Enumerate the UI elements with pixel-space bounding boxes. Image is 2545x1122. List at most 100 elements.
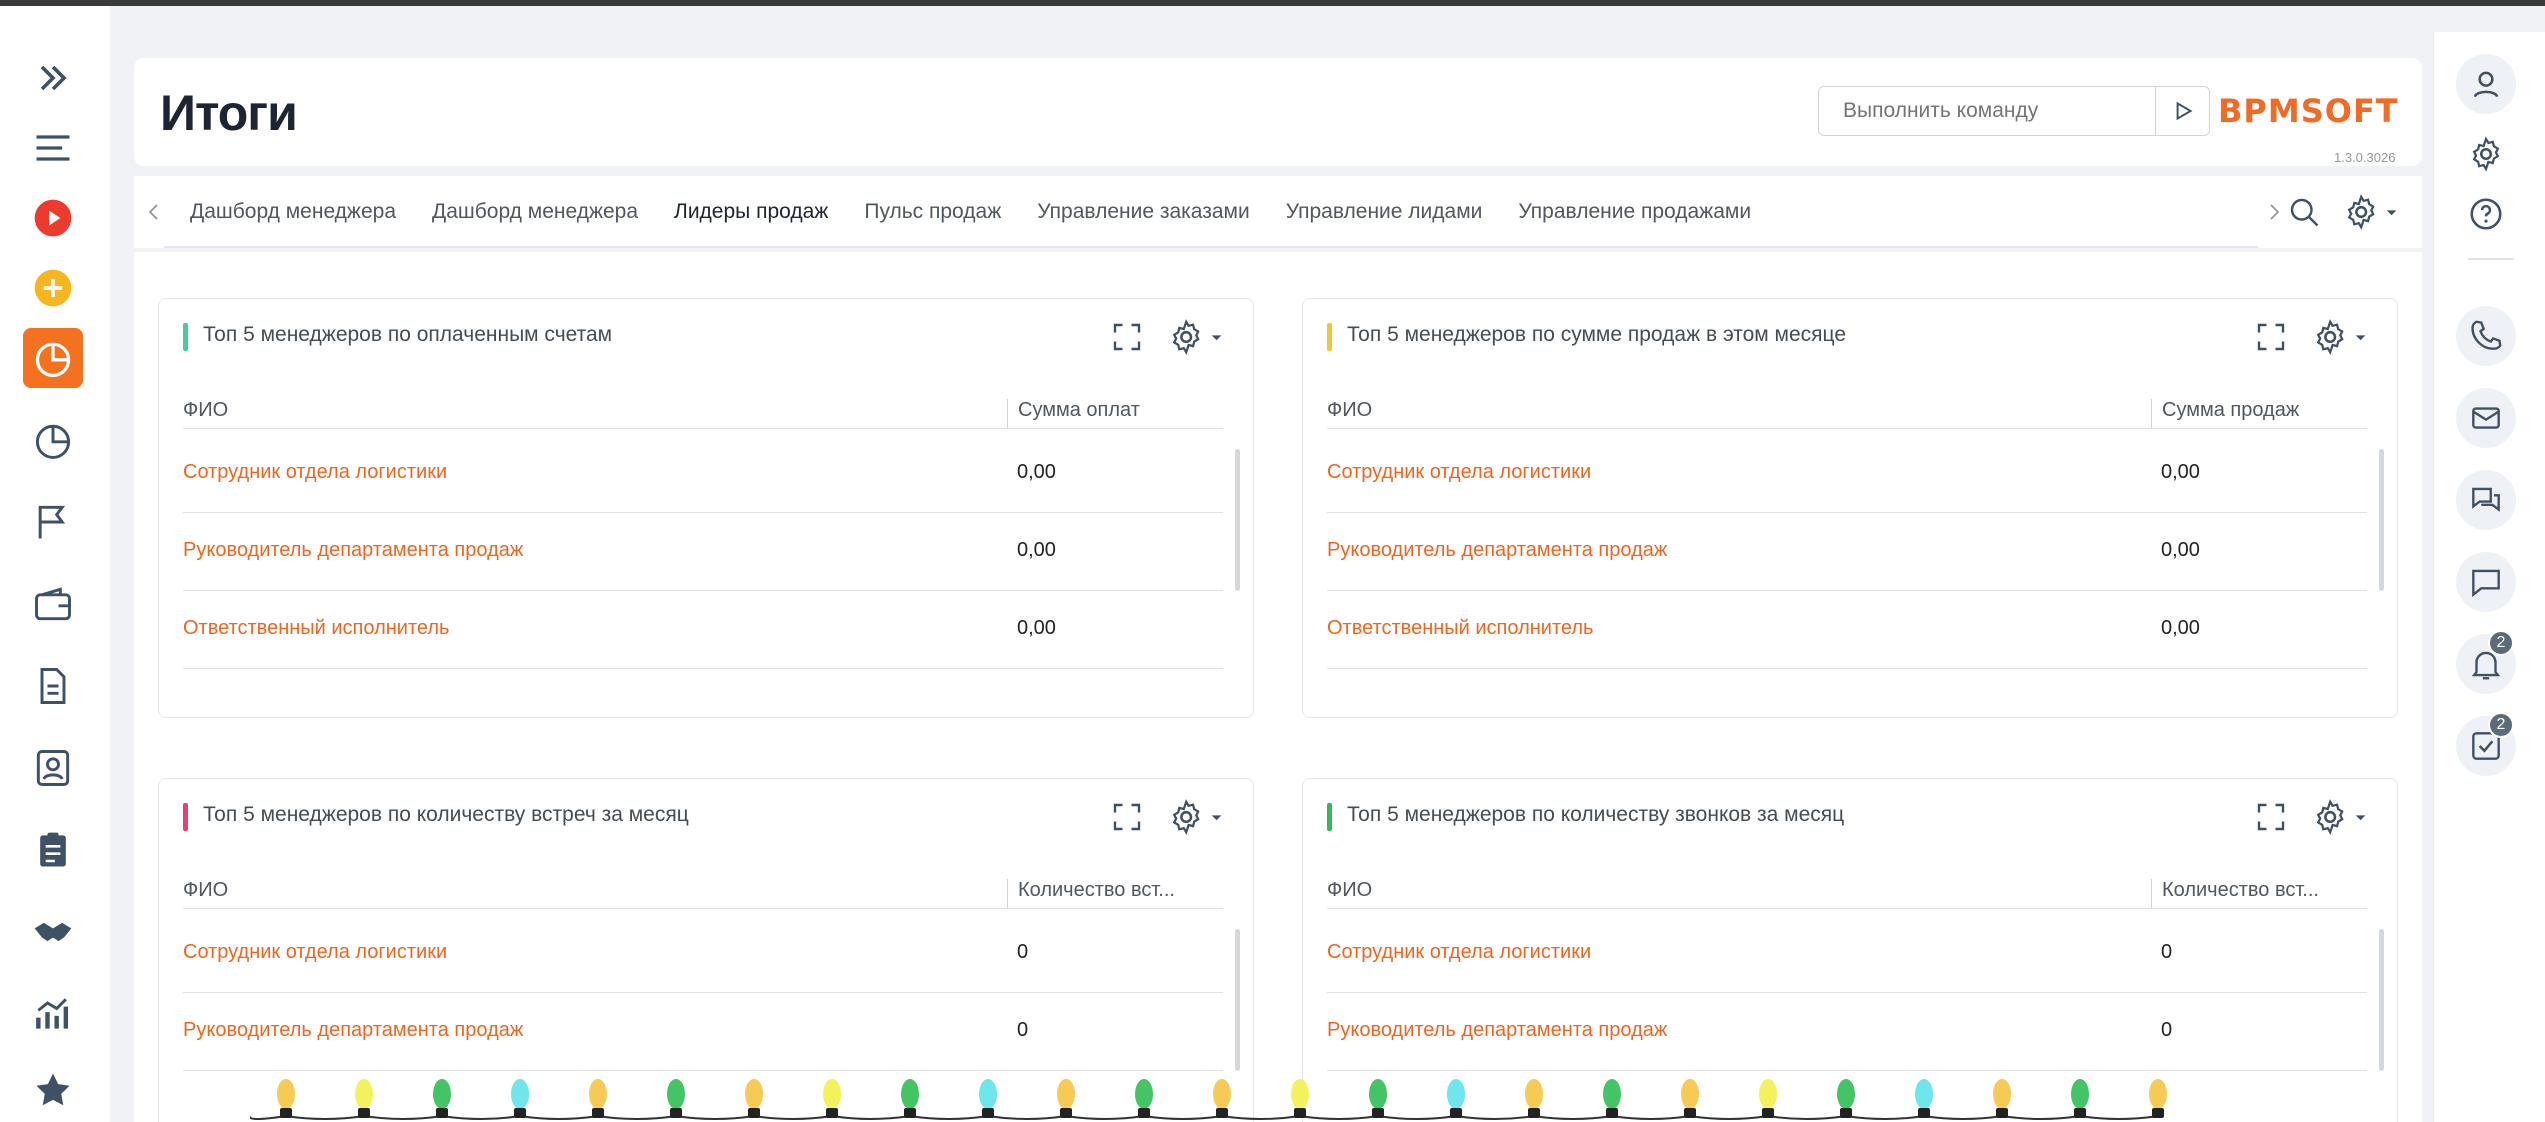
tab-manager-dashboard-2[interactable]: Дашборд менеджера [432,200,638,224]
table-row[interactable]: Руководитель департамента продаж 0,00 [183,513,1223,591]
widget-scrollbar[interactable] [2379,449,2384,591]
tab-sales-pulse[interactable]: Пульс продаж [864,200,1001,224]
gear-dropdown-icon [2316,319,2366,355]
widget-fullscreen-button[interactable] [1109,799,1145,840]
tabs-scroll-right-button[interactable] [2264,200,2284,229]
widget-fullscreen-button[interactable] [2253,799,2289,840]
nav-add-button[interactable] [23,258,83,318]
widget-title: Топ 5 менеджеров по оплаченным счетам [203,323,613,346]
calls-button[interactable] [2456,306,2516,366]
widget-scrollbar[interactable] [2379,929,2384,1071]
garland-bulb-socket [826,1108,838,1118]
feed-button[interactable] [2456,552,2516,612]
employee-link[interactable]: Сотрудник отдела логистики [183,461,447,484]
document-icon [40,668,66,704]
column-header-name[interactable]: ФИО [1327,879,1372,902]
table-row[interactable]: Руководитель департамента продаж 0,00 [1327,513,2367,591]
widget-scrollbar[interactable] [1235,449,1240,591]
widget-fullscreen-button[interactable] [1109,319,1145,360]
tab-manager-dashboard-1[interactable]: Дашборд менеджера [190,200,396,224]
widget-settings-button[interactable] [2311,317,2375,362]
garland-bulb [979,1079,997,1109]
nav-contacts-button[interactable] [23,738,83,798]
column-header-name[interactable]: ФИО [1327,399,1372,422]
table-row[interactable]: Руководитель департамента продаж 0 [183,993,1223,1071]
widget-title: Топ 5 менеджеров по сумме продаж в этом … [1347,323,1847,346]
star-icon [36,1073,70,1106]
employee-link[interactable]: Руководитель департамента продаж [1327,1019,1667,1042]
garland-bulb-socket [904,1108,916,1118]
table-header: ФИО Сумма продаж [1327,399,2367,429]
gear-icon [2472,136,2500,172]
table-row[interactable]: Сотрудник отдела логистики 0 [1327,915,2367,993]
chevron-left-icon [148,204,158,220]
command-input[interactable] [1819,87,2155,135]
nav-dashboards-button[interactable] [23,328,83,388]
employee-link[interactable]: Ответственный исполнитель [183,617,449,640]
tabs-scroll-left-button[interactable] [144,200,164,229]
tasks-button[interactable]: 2 [2456,712,2516,776]
table-row[interactable]: Сотрудник отдела логистики 0,00 [183,435,1223,513]
nav-expand-button[interactable] [23,48,83,108]
employee-link[interactable]: Сотрудник отдела логистики [183,941,447,964]
expand-icon [40,65,67,91]
nav-menu-button[interactable] [23,118,83,178]
handshake-icon [34,922,72,942]
column-header-name[interactable]: ФИО [183,879,228,902]
garland-bulb-socket [1060,1108,1072,1118]
garland-bulb-socket [1606,1108,1618,1118]
widget-settings-button[interactable] [1167,797,1231,842]
nav-reports-button[interactable] [23,984,83,1044]
column-header-value[interactable]: Количество вст... [1007,879,1223,909]
employee-link[interactable]: Сотрудник отдела логистики [1327,941,1591,964]
column-header-value[interactable]: Сумма оплат [1007,399,1223,429]
table-row[interactable]: Сотрудник отдела логистики 0,00 [1327,435,2367,513]
nav-play-button[interactable] [23,188,83,248]
table-row[interactable]: Ответственный исполнитель 0,00 [183,591,1223,669]
garland-bulb-socket [1996,1108,2008,1118]
contact-icon [36,750,70,786]
table-row[interactable]: Сотрудник отдела логистики 0 [183,915,1223,993]
settings-button[interactable] [2456,124,2516,184]
right-communication-panel: 2 2 [2433,32,2545,1122]
tab-lead-management[interactable]: Управление лидами [1286,200,1483,224]
nav-deals-button[interactable] [23,902,83,962]
table-row[interactable]: Ответственный исполнитель 0,00 [1327,591,2367,669]
employee-link[interactable]: Руководитель департамента продаж [1327,539,1667,562]
profile-button[interactable] [2456,54,2516,114]
left-navigation [0,6,110,1122]
widget-fullscreen-button[interactable] [2253,319,2289,360]
run-command-button[interactable] [2155,87,2209,135]
employee-link[interactable]: Руководитель департамента продаж [183,1019,523,1042]
email-button[interactable] [2456,388,2516,448]
column-header-name[interactable]: ФИО [183,399,228,422]
chats-button[interactable] [2456,470,2516,530]
nav-campaigns-button[interactable] [23,492,83,552]
tab-order-management[interactable]: Управление заказами [1037,200,1249,224]
column-header-value[interactable]: Сумма продаж [2151,399,2367,429]
gear-dropdown-icon [1172,319,1222,355]
notifications-count-badge: 2 [2488,630,2514,656]
tab-sales-leaders[interactable]: Лидеры продаж [674,200,828,224]
nav-finance-button[interactable] [23,574,83,634]
widget-settings-button[interactable] [1167,317,1231,362]
garland-bulb [1057,1079,1075,1109]
table-row[interactable]: Руководитель департамента продаж 0 [1327,993,2367,1071]
tab-sales-management[interactable]: Управление продажами [1518,200,1751,224]
nav-documents-button[interactable] [23,656,83,716]
nav-tasks-button[interactable] [23,820,83,880]
garland-bulb-socket [2152,1108,2164,1118]
dashboard-search-button[interactable] [2286,194,2322,235]
help-button[interactable] [2456,184,2516,244]
widget-scrollbar[interactable] [1235,929,1240,1071]
nav-favorites-button[interactable] [23,1060,83,1120]
dashboard-settings-button[interactable] [2342,192,2406,237]
employee-link[interactable]: Сотрудник отдела логистики [1327,461,1591,484]
employee-link[interactable]: Руководитель департамента продаж [183,539,523,562]
employee-link[interactable]: Ответственный исполнитель [1327,617,1593,640]
column-header-value[interactable]: Количество вст... [2151,879,2367,909]
widget-settings-button[interactable] [2311,797,2375,842]
garland-bulb-socket [748,1108,760,1118]
notifications-button[interactable]: 2 [2456,630,2516,694]
nav-analytics-button[interactable] [23,410,83,470]
